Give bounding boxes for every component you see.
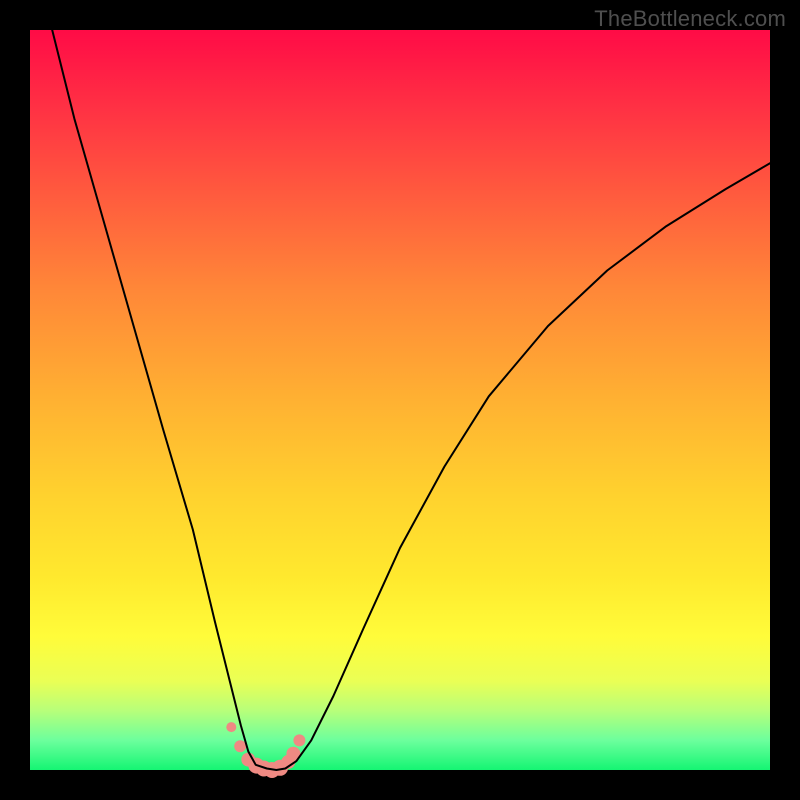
bottleneck-curve bbox=[52, 30, 770, 770]
curve-markers bbox=[226, 722, 305, 778]
curve-marker bbox=[226, 722, 236, 732]
chart-overlay bbox=[0, 0, 800, 800]
curve-marker bbox=[293, 734, 305, 746]
watermark-text: TheBottleneck.com bbox=[594, 6, 786, 32]
curve-marker bbox=[234, 740, 246, 752]
